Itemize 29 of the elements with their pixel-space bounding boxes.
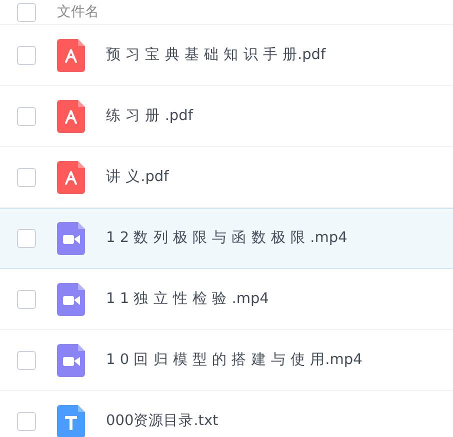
video-file-icon [57, 222, 85, 255]
file-name: 预 习 宝 典 基 础 知 识 手 册.pdf [106, 46, 326, 65]
checkbox[interactable] [17, 107, 36, 126]
checkbox[interactable] [17, 412, 36, 431]
checkbox[interactable] [17, 351, 36, 370]
video-file-icon [57, 283, 85, 316]
file-name: 讲 义.pdf [106, 168, 169, 187]
file-name: 000资源目录.txt [106, 412, 218, 431]
checkbox[interactable] [17, 290, 36, 309]
file-name: 1 0 回 归 模 型 的 搭 建 与 使 用.mp4 [106, 350, 362, 370]
file-name: 练 习 册 .pdf [106, 106, 193, 126]
column-header: 文件名 [57, 2, 99, 22]
file-row[interactable]: 1 1 独 立 性 检 验 .mp4 [0, 269, 453, 330]
checkbox[interactable] [17, 168, 36, 187]
file-row[interactable]: 1 2 数 列 极 限 与 函 数 极 限 .mp4 [0, 208, 453, 269]
file-row[interactable]: 练 习 册 .pdf [0, 86, 453, 147]
file-row[interactable]: 预 习 宝 典 基 础 知 识 手 册.pdf [0, 25, 453, 86]
file-row[interactable]: 000资源目录.txt [0, 391, 453, 437]
pdf-file-icon [57, 100, 85, 133]
file-name: 1 1 独 立 性 检 验 .mp4 [106, 290, 269, 309]
pdf-file-icon [57, 39, 85, 72]
video-file-icon [57, 344, 85, 377]
pdf-file-icon [57, 161, 85, 194]
file-row[interactable]: 1 0 回 归 模 型 的 搭 建 与 使 用.mp4 [0, 330, 453, 391]
text-file-icon [57, 405, 85, 437]
file-name: 1 2 数 列 极 限 与 函 数 极 限 .mp4 [106, 228, 348, 248]
checkbox[interactable] [17, 46, 36, 65]
checkbox[interactable] [17, 229, 36, 248]
checkbox[interactable] [17, 2, 36, 22]
